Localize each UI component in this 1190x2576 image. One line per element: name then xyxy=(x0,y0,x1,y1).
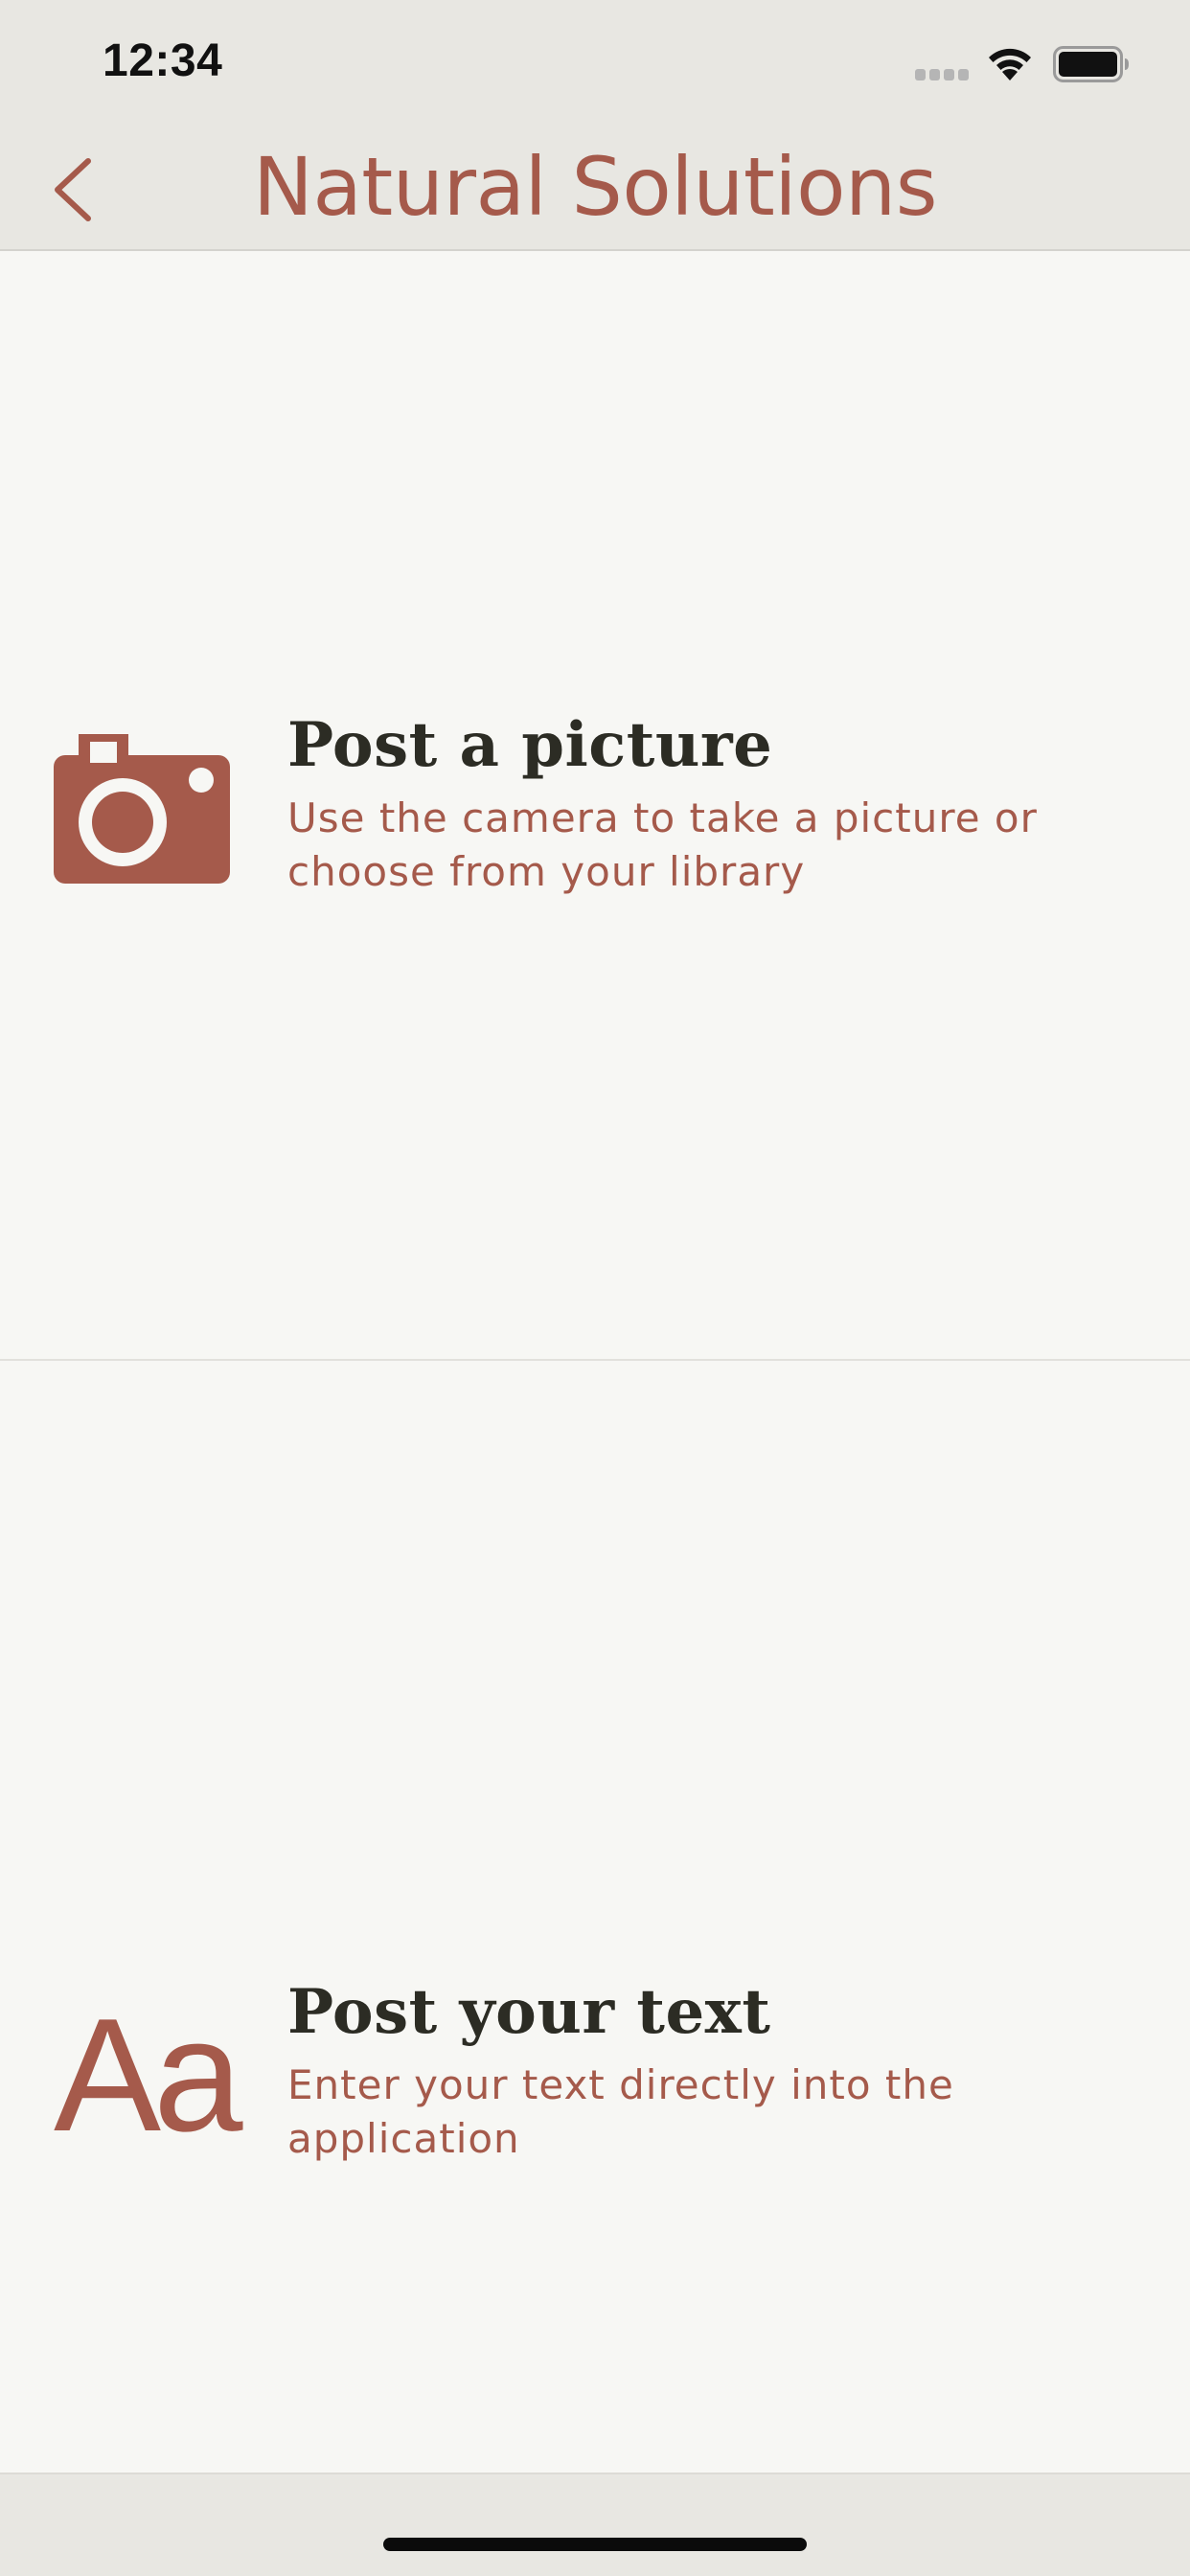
wifi-icon xyxy=(989,48,1031,80)
post-text-option[interactable]: Aa Post your text Enter your text direct… xyxy=(0,1363,1190,2472)
home-indicator-area xyxy=(0,2472,1190,2576)
home-indicator[interactable] xyxy=(383,2538,807,2551)
status-time: 12:34 xyxy=(103,35,223,86)
cellular-signal-icon xyxy=(915,69,969,80)
text-aa-icon: Aa xyxy=(54,1985,243,2165)
option-description: Use the camera to take a picture or choo… xyxy=(287,794,1038,895)
page-title: Natural Solutions xyxy=(253,140,938,234)
option-title: Post your text xyxy=(287,1976,771,2048)
camera-icon xyxy=(54,734,230,884)
post-picture-option[interactable]: Post a picture Use the camera to take a … xyxy=(0,251,1190,1361)
screen: 12:34 Natural Solutions Post a picture U… xyxy=(0,0,1190,2576)
option-description: Enter your text directly into the applic… xyxy=(287,2061,954,2162)
status-bar: 12:34 xyxy=(0,0,1190,134)
battery-icon xyxy=(1053,46,1129,82)
content-area: Post a picture Use the camera to take a … xyxy=(0,251,1190,2472)
option-title: Post a picture xyxy=(287,709,773,781)
navigation-bar: Natural Solutions xyxy=(0,134,1190,251)
